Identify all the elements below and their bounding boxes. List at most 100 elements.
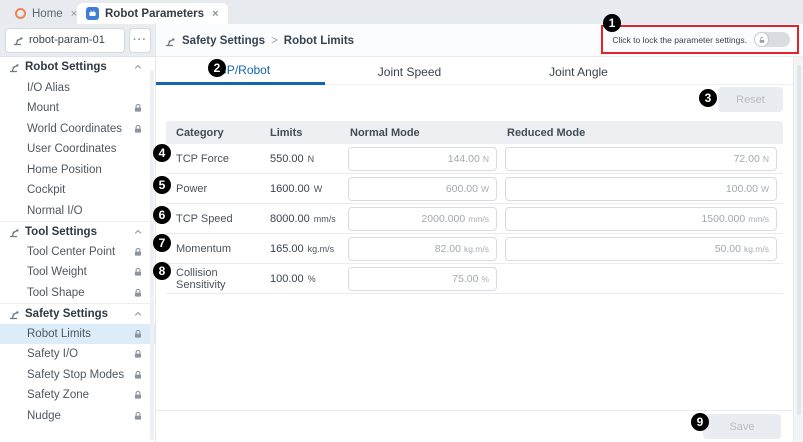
browser-tab-bar: Home × Robot Parameters ×	[0, 0, 803, 24]
more-options-button[interactable]: ···	[129, 28, 151, 53]
robot-icon	[164, 35, 176, 47]
browser-tab-robot-parameters[interactable]: Robot Parameters ×	[77, 3, 228, 24]
reduced-mode-input[interactable]: 1500.000mm/s	[505, 207, 777, 231]
table-header: Category Limits Normal Mode Reduced Mode	[166, 121, 783, 144]
robot-parameters-app: Home × Robot Parameters × robot-param-01…	[0, 0, 803, 442]
limit-value: 550.00	[270, 153, 304, 165]
annotation-badge-6: 6	[153, 206, 171, 224]
scrollbar-thumb[interactable]	[797, 65, 801, 415]
sidebar-item-safety-io[interactable]: Safety I/O	[0, 344, 155, 365]
normal-mode-input[interactable]: 2000.000mm/s	[348, 207, 497, 231]
breadcrumb-current: Robot Limits	[284, 35, 354, 47]
reduced-mode-input[interactable]: 50.00kg.m/s	[505, 237, 777, 261]
lock-icon	[133, 124, 143, 134]
column-header-category: Category	[166, 127, 260, 139]
normal-mode-input[interactable]: 144.00N	[348, 147, 497, 171]
robot-icon	[8, 61, 20, 73]
annotation-badge-9: 9	[691, 413, 709, 431]
chevron-up-icon	[133, 309, 143, 319]
toggle-knob	[755, 33, 768, 46]
reduced-mode-input[interactable]: 72.00N	[505, 147, 777, 171]
column-header-reduced-mode: Reduced Mode	[497, 127, 783, 139]
annotation-badge-8: 8	[153, 262, 171, 280]
parameter-lock-toggle[interactable]	[754, 32, 790, 47]
category-label: Power	[166, 183, 260, 195]
category-label: Collision Sensitivity	[166, 267, 260, 291]
lock-icon	[133, 390, 143, 400]
sidebar-item-home-position[interactable]: Home Position	[0, 160, 155, 181]
limit-unit: %	[308, 274, 316, 284]
lock-icon	[133, 247, 143, 257]
unlock-icon	[758, 36, 766, 44]
annotation-badge-4: 4	[153, 144, 171, 162]
reset-button[interactable]: Reset	[718, 87, 783, 112]
limit-value: 165.00	[270, 243, 304, 255]
annotation-badge-3: 3	[699, 89, 717, 107]
sidebar-section-tool-settings[interactable]: Tool Settings	[0, 221, 155, 242]
parameter-set-name: robot-param-01	[29, 34, 105, 46]
robot-icon	[8, 308, 20, 320]
sidebar-item-user-coordinates[interactable]: User Coordinates	[0, 139, 155, 160]
sidebar-section-robot-settings[interactable]: Robot Settings	[0, 57, 155, 78]
sidebar-item-safety-stop-modes[interactable]: Safety Stop Modes	[0, 365, 155, 386]
reduced-mode-input[interactable]: 100.00W	[505, 177, 777, 201]
sidebar-item-world-coordinates[interactable]: World Coordinates	[0, 119, 155, 140]
robot-icon	[8, 226, 20, 238]
normal-mode-input[interactable]: 82.00kg.m/s	[348, 237, 497, 261]
lock-icon	[133, 329, 143, 339]
lock-icon	[133, 411, 143, 421]
table-row-collision-sensitivity: Collision Sensitivity 100.00% 75.00%	[166, 264, 783, 294]
close-icon[interactable]: ×	[212, 8, 218, 20]
table-row-tcp-force: TCP Force 550.00 N 144.00N 72.00N	[166, 144, 783, 174]
browser-tab-home[interactable]: Home ×	[6, 3, 86, 24]
normal-mode-input[interactable]: 75.00%	[348, 267, 497, 291]
save-button[interactable]: Save	[703, 414, 781, 439]
table-row-power: Power 1600.00W 600.00W 100.00W	[166, 174, 783, 204]
lock-icon	[133, 370, 143, 380]
chevron-up-icon	[133, 62, 143, 72]
normal-mode-input[interactable]: 600.00W	[348, 177, 497, 201]
parameter-set-selector[interactable]: robot-param-01	[5, 28, 125, 53]
sidebar-section-safety-settings[interactable]: Safety Settings	[0, 303, 155, 324]
column-header-limits: Limits	[260, 127, 340, 139]
sidebar-item-tool-weight[interactable]: Tool Weight	[0, 262, 155, 283]
footer-divider	[156, 410, 793, 411]
sidebar-nav: Robot Settings I/O Alias Mount World Coo…	[0, 57, 155, 426]
category-label: TCP Speed	[166, 213, 260, 225]
tab-joint-speed[interactable]: Joint Speed	[325, 58, 494, 85]
robot-parameters-tab-icon	[86, 7, 99, 20]
tab-joint-angle[interactable]: Joint Angle	[494, 58, 663, 85]
home-tab-icon	[15, 8, 26, 19]
sidebar-item-nudge[interactable]: Nudge	[0, 406, 155, 427]
breadcrumb-parent[interactable]: Safety Settings	[182, 35, 265, 47]
lock-icon	[133, 288, 143, 298]
column-header-normal-mode: Normal Mode	[340, 127, 497, 139]
annotation-badge-2: 2	[208, 59, 226, 77]
annotation-badge-5: 5	[153, 176, 171, 194]
category-label: TCP Force	[166, 153, 260, 165]
sidebar-item-tool-center-point[interactable]: Tool Center Point	[0, 242, 155, 263]
table-row-tcp-speed: TCP Speed 8000.00mm/s 2000.000mm/s 1500.…	[166, 204, 783, 234]
browser-tab-label: Robot Parameters	[105, 8, 204, 20]
sidebar-scrollbar[interactable]	[150, 70, 154, 440]
sidebar-item-mount[interactable]: Mount	[0, 98, 155, 119]
lock-icon	[133, 349, 143, 359]
sidebar-item-io-alias[interactable]: I/O Alias	[0, 78, 155, 99]
lock-icon	[133, 103, 143, 113]
sidebar-header: robot-param-01 ···	[0, 24, 155, 57]
sidebar-item-safety-zone[interactable]: Safety Zone	[0, 385, 155, 406]
limit-value: 100.00	[270, 273, 304, 285]
tab-tcp-robot[interactable]: TCP/Robot	[156, 58, 325, 85]
sidebar: robot-param-01 ··· Robot Settings I/O Al…	[0, 24, 156, 442]
sidebar-item-robot-limits[interactable]: Robot Limits	[0, 324, 155, 345]
limit-unit: N	[308, 154, 315, 164]
sidebar-item-cockpit[interactable]: Cockpit	[0, 180, 155, 201]
sidebar-item-normal-io[interactable]: Normal I/O	[0, 201, 155, 222]
sidebar-item-tool-shape[interactable]: Tool Shape	[0, 283, 155, 304]
main-header: Safety Settings > Robot Limits Click to …	[156, 24, 803, 57]
main-scrollbar[interactable]	[793, 57, 803, 442]
limits-table: Category Limits Normal Mode Reduced Mode…	[166, 121, 783, 294]
limit-value: 8000.00	[270, 213, 310, 225]
parameter-tabs: TCP/Robot Joint Speed Joint Angle	[156, 58, 793, 85]
browser-tab-label: Home	[32, 8, 63, 20]
